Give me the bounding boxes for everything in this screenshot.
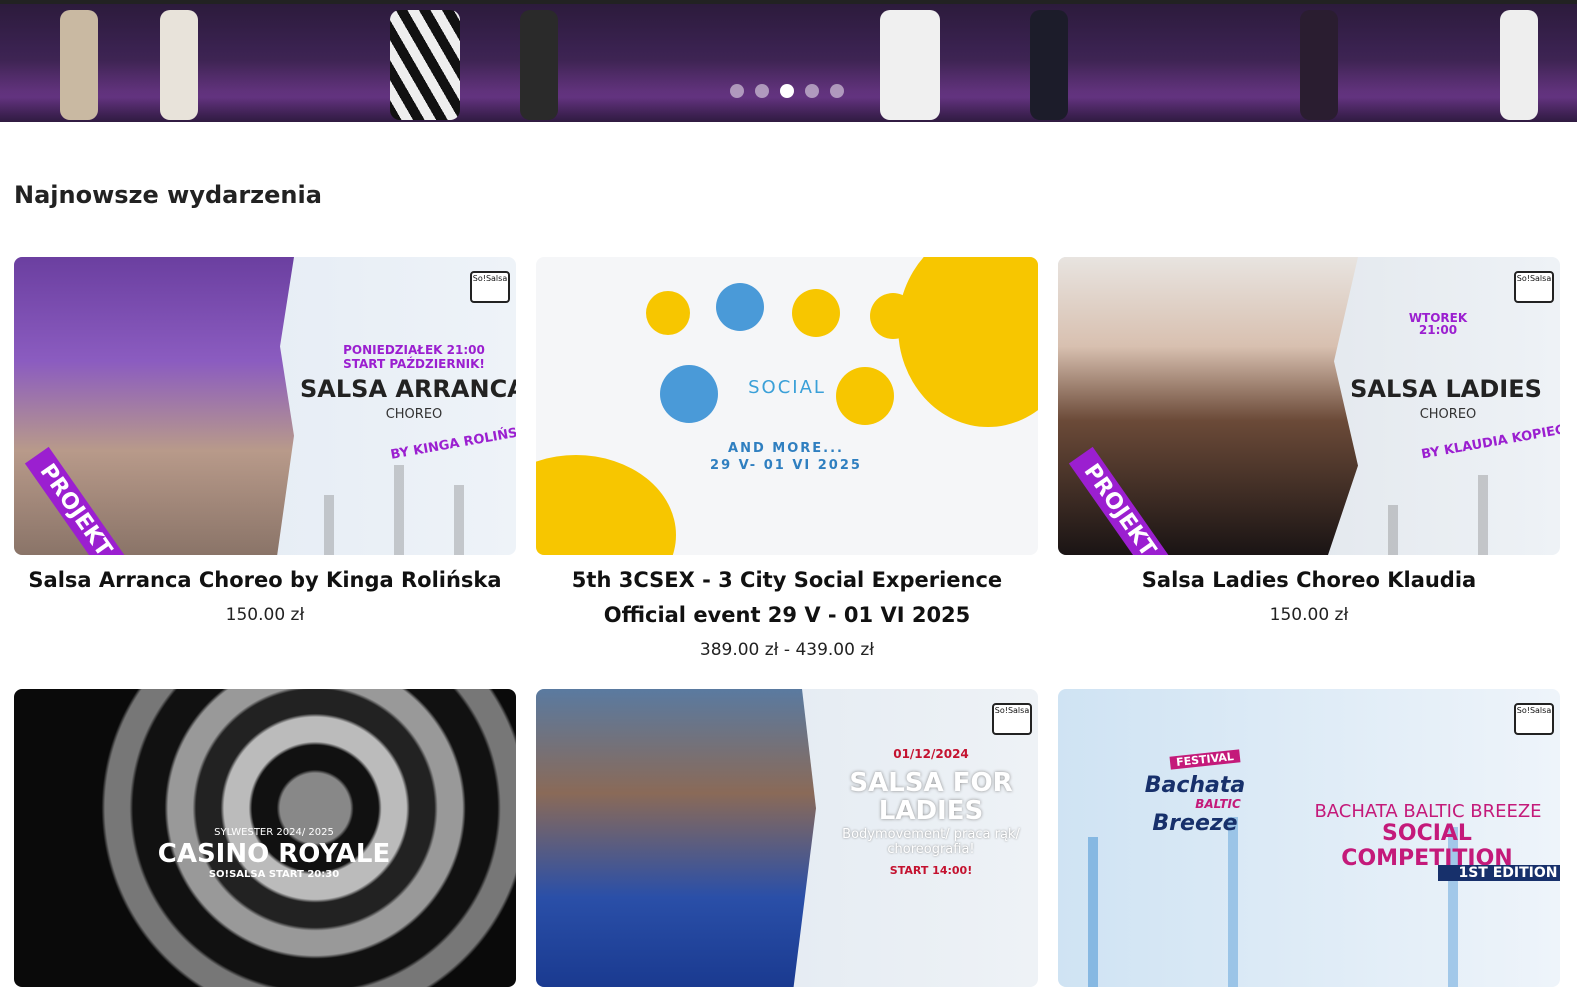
yellow-brush-shape [536,455,676,555]
poster-subtitle: Bodymovement/ praca rąk/ choreografia! [842,827,1020,857]
poster-small-line: SYLWESTER 2024/ 2025 [214,827,334,838]
event-price: 389.00 zł - 439.00 zł [699,640,875,660]
poster-subtitle: CHOREO [1419,407,1477,422]
crane-silhouette [1228,817,1238,987]
poster-subtitle: SO!SALSA START 20:30 [208,869,340,880]
poster-start: START PAŹDZIERNIK! [343,357,485,371]
event-card[interactable]: SOCIAL AND MORE... 29 V- 01 VI 2025 5th … [536,257,1038,667]
poster-date: 01/12/2024 [893,747,969,761]
poster-title: SALSA FOR LADIES [849,768,1013,826]
poster-center-title: SOCIAL [748,377,826,398]
poster-edition: 1ST EDITION [1438,865,1560,881]
dancer-portrait [646,291,690,335]
poster-line-1: BACHATA BALTIC BREEZE [1314,801,1542,822]
festival-tag: FESTIVAL [1169,749,1241,770]
carousel-dot-active[interactable] [780,84,794,98]
poster-by: BY KLAUDIA KOPIEC [1420,422,1560,463]
event-image[interactable]: SYLWESTER 2024/ 2025 CASINO ROYALE SO!SA… [14,689,516,987]
event-card[interactable]: So!Salsa WTOREK 21:00 SALSA LADIES CHORE… [1058,257,1560,632]
event-price: 150.00 zł [225,605,305,625]
dancer-portrait [836,367,894,425]
event-card[interactable]: SYLWESTER 2024/ 2025 CASINO ROYALE SO!SA… [14,689,516,987]
event-card[interactable]: So!Salsa PONIEDZIAŁEK 21:00 START PAŹDZI… [14,257,516,632]
section-title: Najnowsze wydarzenia [14,181,322,209]
crane-silhouette [1388,505,1398,555]
crane-silhouette [394,465,404,555]
dancer-portrait [792,289,840,337]
brand-word: Breeze [1152,811,1238,836]
dancer-portrait [660,365,718,423]
carousel-dot[interactable] [755,84,769,98]
carousel-dot[interactable] [830,84,844,98]
event-image[interactable]: So!Salsa PONIEDZIAŁEK 21:00 START PAŹDZI… [14,257,516,555]
crane-silhouette [324,495,334,555]
dancer-portrait [716,283,764,331]
poster-title: SALSA LADIES [1350,375,1542,403]
dancer-portrait [870,293,916,339]
sosalsa-logo: So!Salsa [470,271,510,303]
carousel-dot[interactable] [805,84,819,98]
poster-subtitle: CHOREO [385,407,443,422]
hero-top-edge [0,0,1577,4]
poster-date: PONIEDZIAŁEK 21:00 [343,343,485,357]
hero-dancer-figure [390,10,460,120]
event-image[interactable]: So!Salsa WTOREK 21:00 SALSA LADIES CHORE… [1058,257,1560,555]
dancer-photo [536,689,816,987]
sosalsa-logo: So!Salsa [1514,703,1554,735]
hero-dancer-figure [1300,10,1338,120]
event-title[interactable]: Salsa Ladies Choreo Klaudia [1058,563,1560,598]
event-card[interactable]: So!Salsa 01/12/2024 SALSA FOR LADIES Bod… [536,689,1038,987]
poster-dates: 29 V- 01 VI 2025 [710,458,862,473]
crane-silhouette [1088,837,1098,987]
sosalsa-logo: So!Salsa [1514,271,1554,303]
poster-by: BY KINGA ROLIŃSKA [389,422,516,463]
event-image[interactable]: So!Salsa 01/12/2024 SALSA FOR LADIES Bod… [536,689,1038,987]
crane-silhouette [454,485,464,555]
carousel-dots [730,84,844,98]
poster-title: SALSA ARRANCA [300,375,516,403]
sosalsa-logo: So!Salsa [992,703,1032,735]
hero-dancer-figure [1030,10,1068,120]
dancers-photo [14,257,294,555]
hero-dancer-figure [880,10,940,120]
poster-time: 21:00 [1418,323,1458,337]
brand-word: BALTIC [1195,797,1241,811]
poster-line-2: SOCIAL COMPETITION [1341,821,1513,871]
event-image[interactable]: So!Salsa FESTIVAL Bachata BALTIC Breeze … [1058,689,1560,987]
event-price: 150.00 zł [1269,605,1349,625]
hero-dancer-figure [160,10,198,120]
hero-dancer-figure [520,10,558,120]
poster-title: CASINO ROYALE [157,839,391,869]
crane-silhouette [1478,475,1488,555]
carousel-dot[interactable] [730,84,744,98]
hero-carousel[interactable] [0,0,1577,122]
brand-word: Bachata [1144,773,1246,798]
event-card[interactable]: So!Salsa FESTIVAL Bachata BALTIC Breeze … [1058,689,1560,987]
yellow-brush-shape [898,257,1038,427]
event-title[interactable]: Salsa Arranca Choreo by Kinga Rolińska [14,563,516,598]
event-title[interactable]: 5th 3CSEX - 3 City Social Experience Off… [536,563,1038,633]
poster-start: START 14:00! [889,864,973,877]
event-image[interactable]: SOCIAL AND MORE... 29 V- 01 VI 2025 [536,257,1038,555]
hero-dancer-figure [60,10,98,120]
hero-dancer-figure [1500,10,1538,120]
poster-more: AND MORE... [728,441,844,456]
